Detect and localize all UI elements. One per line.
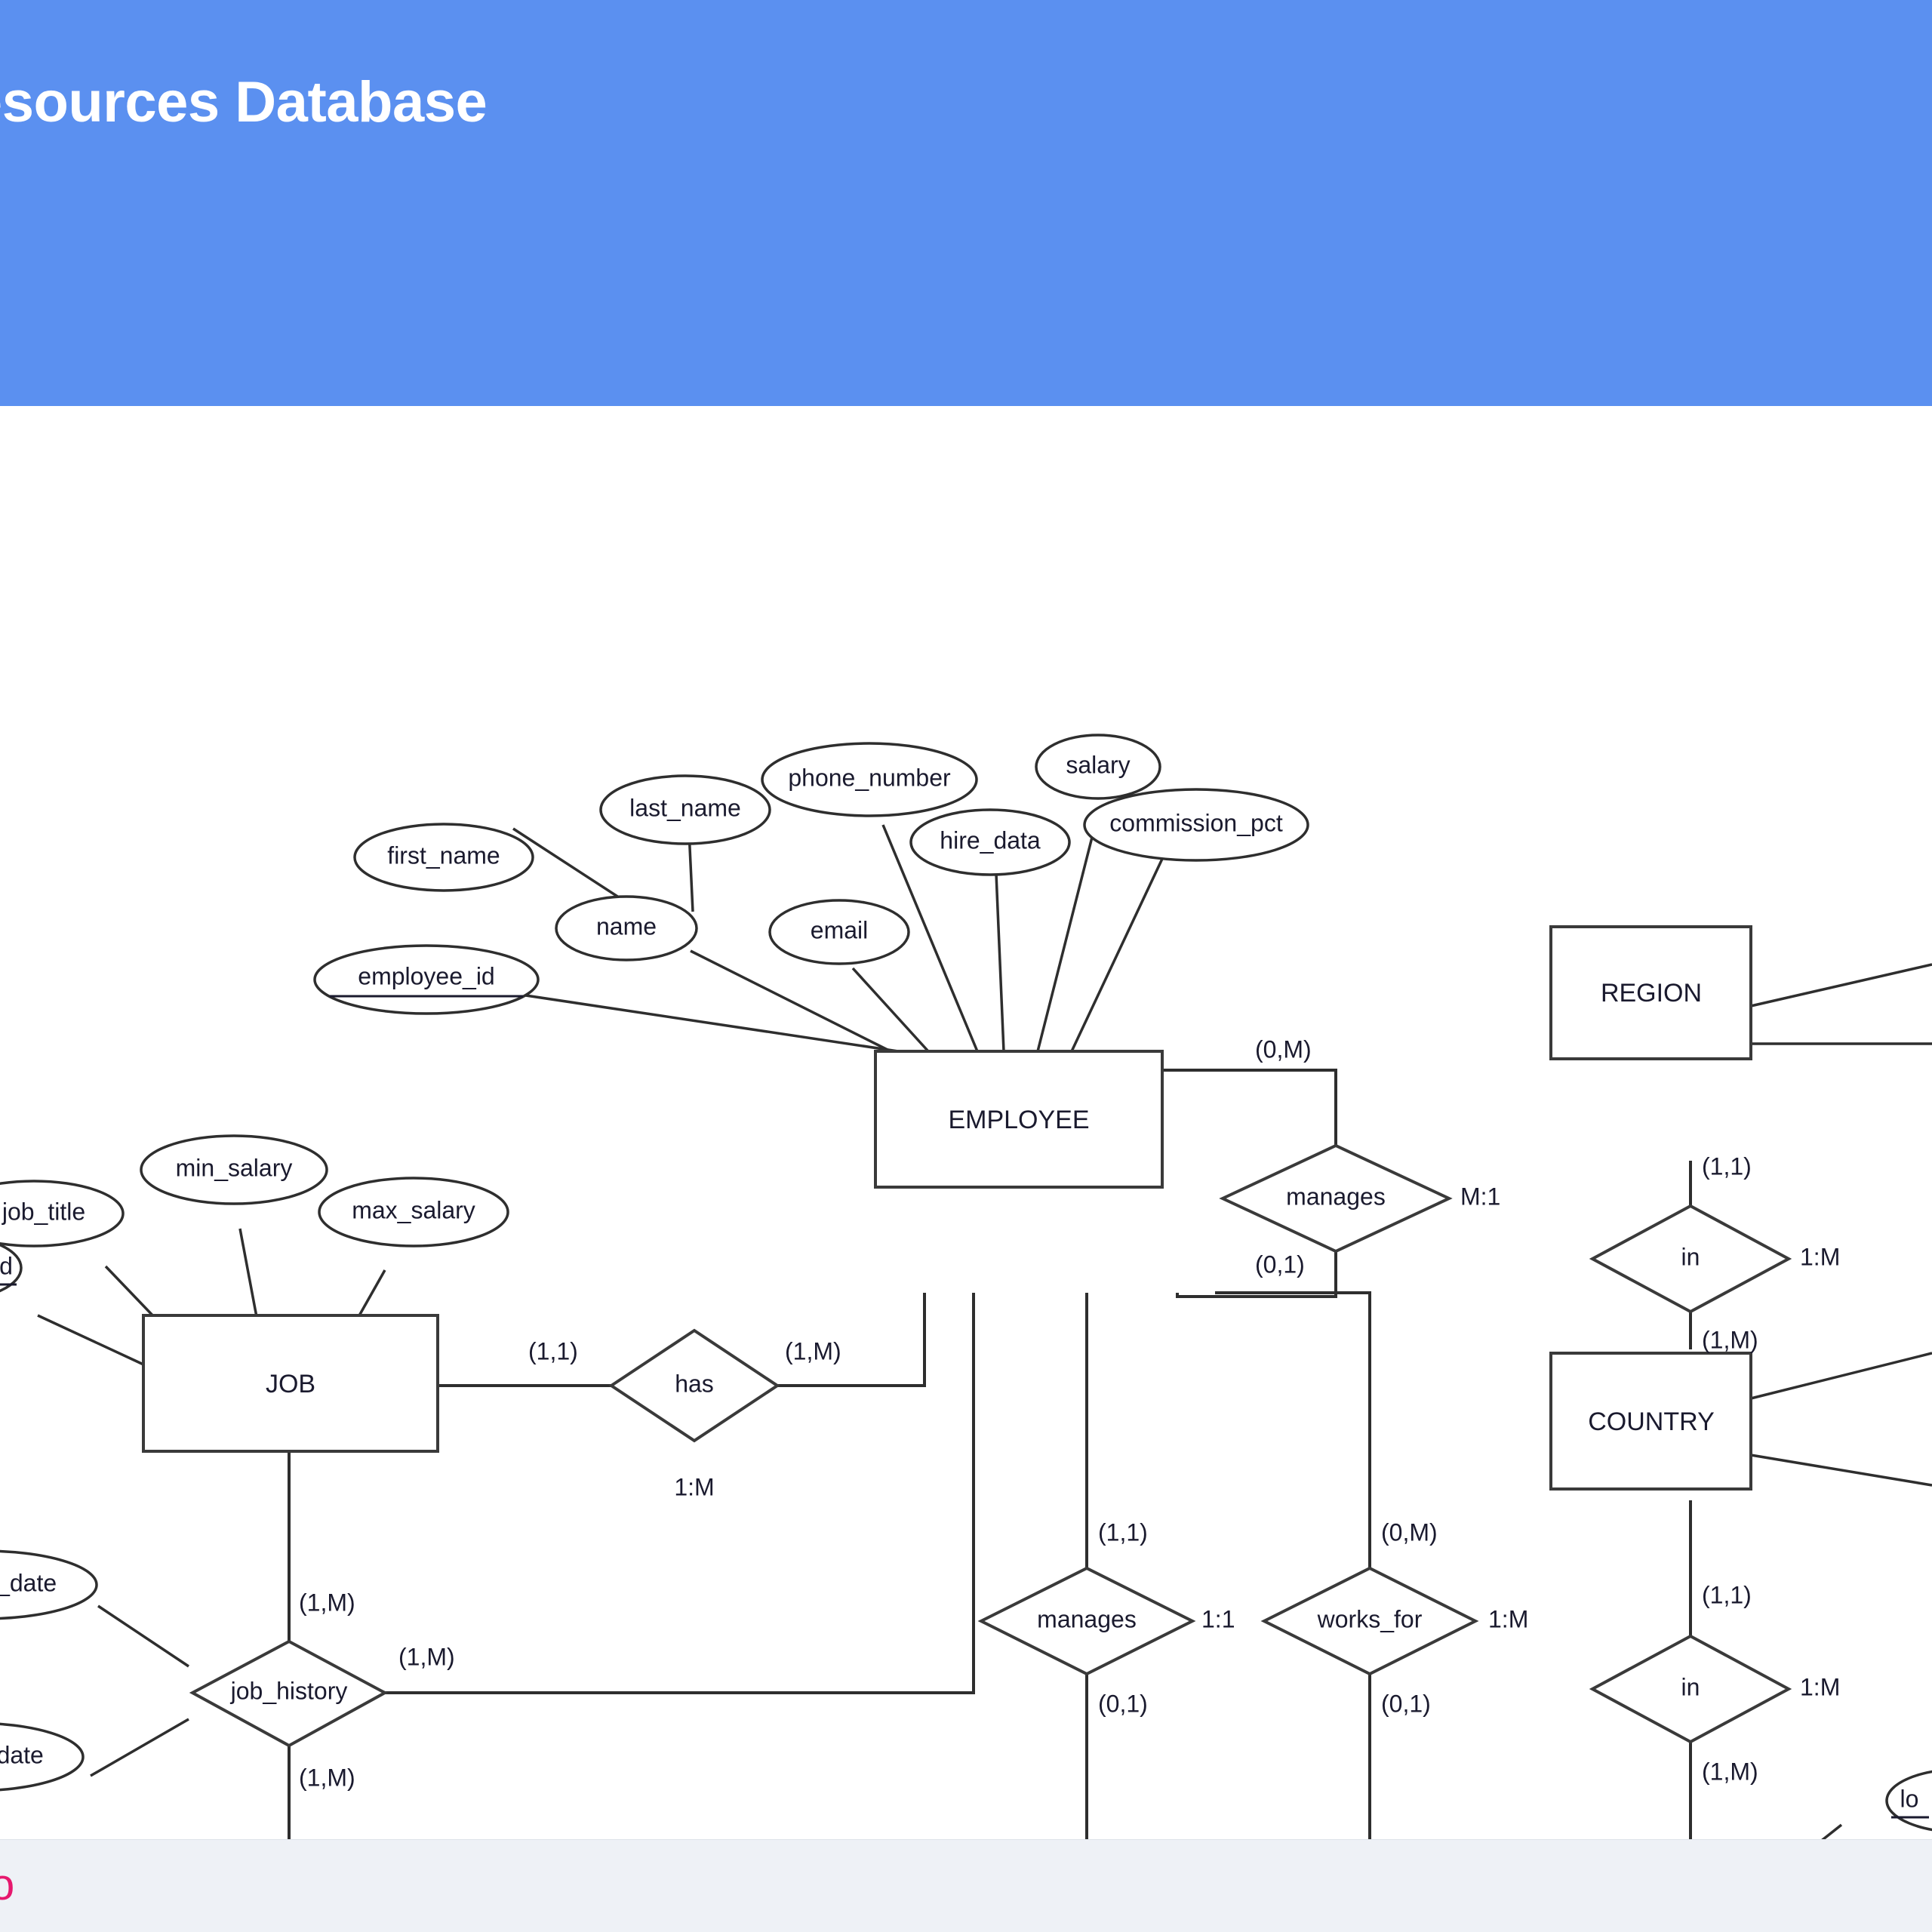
er-diagram: EMPLOYEE JOB DEPARTMENT REGION COUNTRY xyxy=(0,734,1932,1839)
relationship-manages-self-label: manages xyxy=(1286,1183,1386,1210)
relationship-country-in-location[interactable]: in 1:M (1,1) (1,M) xyxy=(1589,1581,1840,1785)
attribute-max-salary[interactable]: max_salary xyxy=(318,1177,509,1247)
attribute-end-date[interactable]: nd_date xyxy=(0,1722,85,1792)
attribute-job-id-label: d xyxy=(0,1252,13,1279)
attribute-salary[interactable]: salary xyxy=(1035,734,1161,800)
attribute-commission-pct-label: commission_pct xyxy=(1109,809,1283,836)
attribute-min-salary[interactable]: min_salary xyxy=(140,1134,328,1205)
relationship-manages-self-ratio: M:1 xyxy=(1460,1183,1500,1210)
relationship-job-history-label: job_history xyxy=(230,1677,348,1704)
relationship-country-in-location-ratio: 1:M xyxy=(1800,1673,1840,1700)
attribute-end-date-label: nd_date xyxy=(0,1741,44,1768)
attribute-phone-number-label: phone_number xyxy=(788,764,951,791)
slide: n Resources Database cation xyxy=(0,0,1932,1932)
relationship-manages-department-label: manages xyxy=(1037,1605,1137,1632)
diagram-canvas: EMPLOYEE JOB DEPARTMENT REGION COUNTRY xyxy=(0,406,1932,1839)
relationship-region-in-country-label: in xyxy=(1681,1243,1700,1270)
relationship-has-ratio: 1:M xyxy=(674,1473,714,1500)
cardinality-region-in-top: (1,1) xyxy=(1702,1152,1752,1180)
relationship-country-in-location-label: in xyxy=(1681,1673,1700,1700)
entity-region-label: REGION xyxy=(1601,979,1702,1008)
relationship-region-in-country[interactable]: in 1:M (1,1) (1,M) xyxy=(1589,1152,1840,1353)
relationship-region-in-country-ratio: 1:M xyxy=(1800,1243,1840,1270)
cardinality-job-history-top: (1,M) xyxy=(299,1589,355,1616)
entity-region[interactable]: REGION xyxy=(1549,925,1752,1060)
attribute-salary-label: salary xyxy=(1066,751,1130,778)
attribute-start-date-label: tart_date xyxy=(0,1569,57,1596)
relationship-job-history[interactable]: job_history (1,M) (1,M) (1,M) xyxy=(189,1589,455,1791)
page-title: n Resources Database xyxy=(0,70,488,134)
attribute-name-label: name xyxy=(596,912,657,940)
attribute-last-name[interactable]: last_name xyxy=(599,774,771,845)
entity-employee[interactable]: EMPLOYEE xyxy=(874,1050,1164,1189)
cardinality-manages-self-bottom: (0,1) xyxy=(1255,1251,1305,1278)
attribute-max-salary-label: max_salary xyxy=(352,1196,475,1223)
cardinality-country-in-top: (1,1) xyxy=(1702,1581,1752,1608)
relationship-has[interactable]: has 1:M (1,1) (1,M) xyxy=(528,1328,841,1500)
cardinality-has-right: (1,M) xyxy=(785,1337,841,1364)
attribute-job-title-label: job_title xyxy=(2,1198,85,1225)
attribute-min-salary-label: min_salary xyxy=(176,1154,293,1181)
attribute-start-date[interactable]: tart_date xyxy=(0,1549,98,1620)
attribute-employee-id-label: employee_id xyxy=(358,962,494,989)
relationship-manages-self[interactable]: manages M:1 (0,M) (0,1) xyxy=(1219,1035,1500,1278)
brand-logo-text[interactable]: .io xyxy=(0,1860,14,1910)
entity-job[interactable]: JOB xyxy=(142,1314,439,1453)
cardinality-works-for-bottom: (0,1) xyxy=(1381,1690,1431,1717)
attribute-job-title[interactable]: job_title xyxy=(0,1180,125,1247)
attribute-email[interactable]: email xyxy=(768,899,910,965)
slide-header: n Resources Database cation xyxy=(0,0,1932,406)
attribute-employee-id[interactable]: employee_id xyxy=(313,944,540,1015)
relationship-works-for-label: works_for xyxy=(1317,1605,1423,1632)
attribute-hire-data[interactable]: hire_data xyxy=(909,808,1071,876)
attribute-location-id-label: lo xyxy=(1900,1785,1919,1812)
relationship-works-for[interactable]: works_for 1:M (0,M) (0,1) xyxy=(1260,1518,1528,1717)
cardinality-job-history-right: (1,M) xyxy=(398,1643,455,1670)
cardinality-manages-department-bottom: (0,1) xyxy=(1098,1690,1148,1717)
slide-footer: .io xyxy=(0,1839,1932,1932)
cardinality-region-in-bottom: (1,M) xyxy=(1702,1326,1758,1353)
relationship-has-label: has xyxy=(675,1370,714,1397)
relationship-manages-department[interactable]: manages 1:1 (1,1) (0,1) xyxy=(977,1518,1235,1717)
cardinality-manages-self-top: (0,M) xyxy=(1255,1035,1312,1063)
entity-country[interactable]: COUNTRY xyxy=(1549,1352,1752,1491)
entity-job-label: JOB xyxy=(266,1370,315,1398)
attribute-commission-pct[interactable]: commission_pct xyxy=(1083,788,1309,862)
cardinality-country-in-bottom: (1,M) xyxy=(1702,1758,1758,1785)
attribute-first-name[interactable]: first_name xyxy=(353,823,534,892)
attribute-phone-number[interactable]: phone_number xyxy=(761,742,978,817)
entity-employee-label: EMPLOYEE xyxy=(948,1106,1089,1134)
cardinality-manages-department-top: (1,1) xyxy=(1098,1518,1148,1546)
entity-country-label: COUNTRY xyxy=(1588,1407,1715,1436)
cardinality-has-left: (1,1) xyxy=(528,1337,578,1364)
attribute-location-id[interactable]: lo xyxy=(1885,1769,1932,1832)
attribute-last-name-label: last_name xyxy=(629,794,741,821)
attribute-first-name-label: first_name xyxy=(387,841,500,869)
relationship-works-for-ratio: 1:M xyxy=(1488,1605,1528,1632)
attribute-hire-data-label: hire_data xyxy=(940,826,1041,854)
attribute-name[interactable]: name xyxy=(555,895,698,961)
attribute-email-label: email xyxy=(811,916,868,943)
cardinality-works-for-top: (0,M) xyxy=(1381,1518,1438,1546)
relationship-manages-department-ratio: 1:1 xyxy=(1201,1605,1235,1632)
cardinality-job-history-bottom: (1,M) xyxy=(299,1764,355,1791)
